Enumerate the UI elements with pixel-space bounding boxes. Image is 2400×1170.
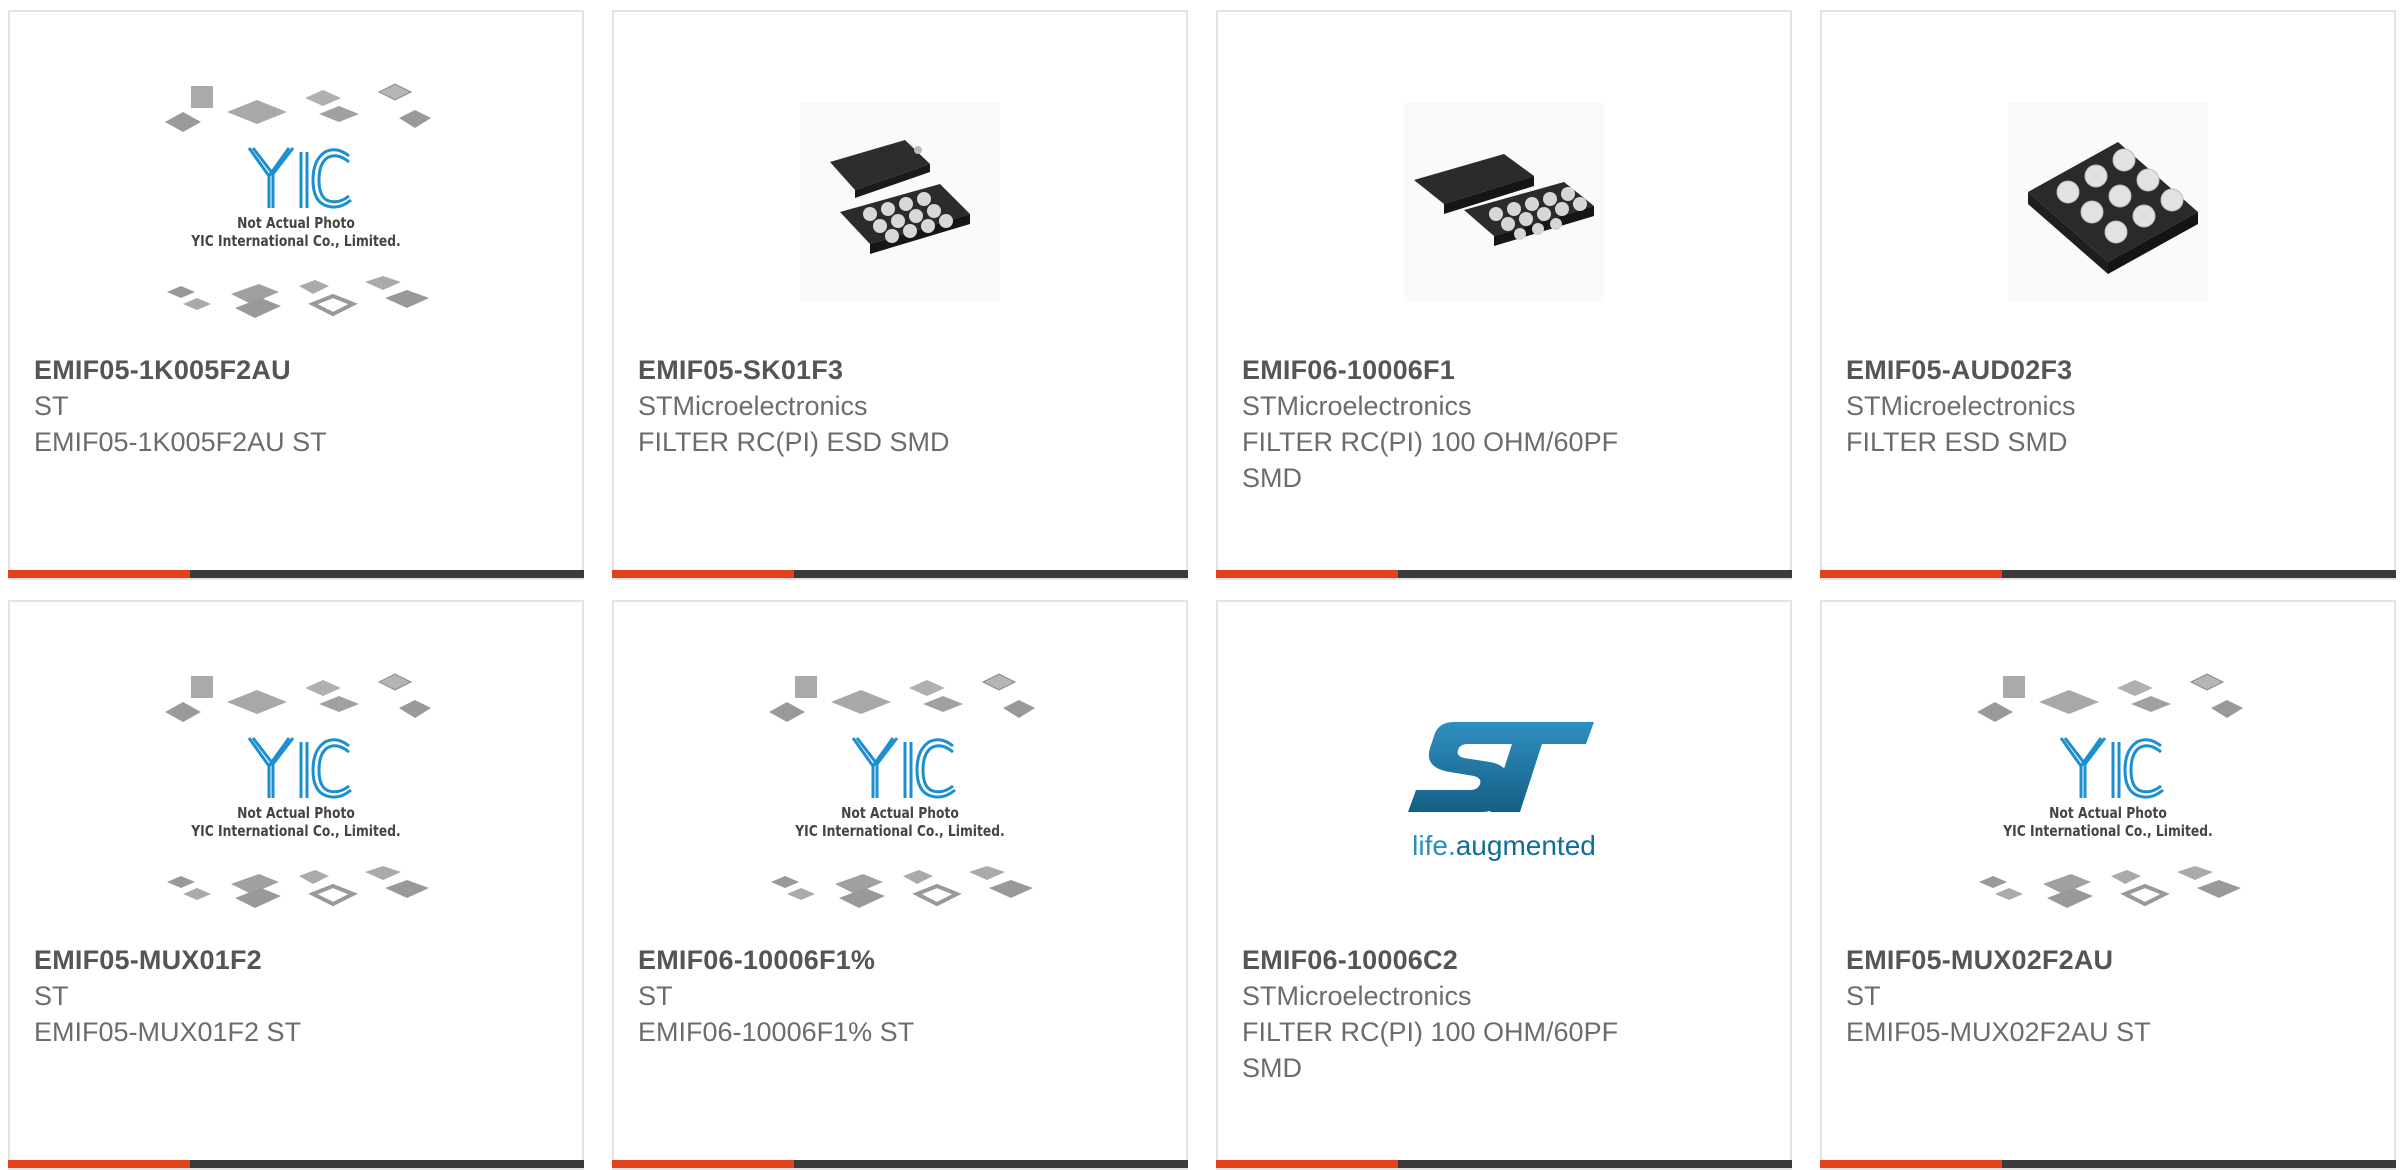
part-number[interactable]: EMIF06-10006F1 bbox=[1242, 352, 1682, 388]
manufacturer: ST bbox=[638, 981, 673, 1011]
st-logo-icon bbox=[1408, 722, 1594, 812]
chip-package-icons bbox=[167, 866, 429, 908]
accent-bar bbox=[8, 570, 190, 578]
product-card[interactable]: Not Actual Photo YIC International Co., … bbox=[8, 10, 584, 580]
product-card[interactable]: EMIF05-AUD02F3 STMicroelectronics FILTER… bbox=[1820, 10, 2396, 580]
chip-package-icons bbox=[1977, 673, 2243, 722]
chip-package-icons bbox=[1979, 866, 2241, 908]
part-number[interactable]: EMIF05-MUX01F2 bbox=[34, 942, 474, 978]
chip-package-icons bbox=[165, 673, 431, 722]
manufacturer: ST bbox=[1846, 981, 1881, 1011]
description: FILTER RC(PI) 100 OHM/60PF SMD bbox=[1242, 1017, 1619, 1083]
product-card[interactable]: life.augmented EMIF06-10006C2 STMicroele… bbox=[1216, 600, 1792, 1170]
st-tagline: life.augmented bbox=[1394, 830, 1614, 862]
yic-placeholder-image: Not Actual Photo YIC International Co., … bbox=[1973, 672, 2243, 912]
product-card[interactable]: EMIF05-SK01F3 STMicroelectronics FILTER … bbox=[612, 10, 1188, 580]
product-image bbox=[1218, 52, 1790, 352]
yic-logo-icon bbox=[851, 737, 956, 799]
st-tagline-a: life. bbox=[1412, 830, 1456, 861]
placeholder-line2: YIC International Co., Limited. bbox=[795, 822, 1005, 840]
placeholder-line2: YIC International Co., Limited. bbox=[191, 232, 401, 250]
bga-chip-photo bbox=[1404, 102, 1604, 302]
part-number[interactable]: EMIF05-MUX02F2AU bbox=[1846, 942, 2286, 978]
part-number[interactable]: EMIF05-AUD02F3 bbox=[1846, 352, 2286, 388]
part-number[interactable]: EMIF05-SK01F3 bbox=[638, 352, 1078, 388]
manufacturer: STMicroelectronics bbox=[1242, 981, 1472, 1011]
product-card[interactable]: Not Actual Photo YIC International Co., … bbox=[612, 600, 1188, 1170]
product-card[interactable]: Not Actual Photo YIC International Co., … bbox=[8, 600, 584, 1170]
yic-placeholder-image: Not Actual Photo YIC International Co., … bbox=[161, 82, 431, 322]
product-image: Not Actual Photo YIC International Co., … bbox=[1822, 642, 2394, 942]
manufacturer: STMicroelectronics bbox=[1846, 391, 2076, 421]
placeholder-line2: YIC International Co., Limited. bbox=[191, 822, 401, 840]
chip-package-icons bbox=[769, 673, 1035, 722]
yic-placeholder-image: Not Actual Photo YIC International Co., … bbox=[765, 672, 1035, 912]
accent-bar bbox=[1216, 570, 1398, 578]
manufacturer: STMicroelectronics bbox=[638, 391, 868, 421]
chip-package-icons bbox=[167, 276, 429, 318]
description: FILTER ESD SMD bbox=[1846, 427, 2068, 457]
manufacturer: ST bbox=[34, 981, 69, 1011]
manufacturer: STMicroelectronics bbox=[1242, 391, 1472, 421]
product-image: life.augmented bbox=[1218, 642, 1790, 942]
part-number[interactable]: EMIF05-1K005F2AU bbox=[34, 352, 474, 388]
accent-bar bbox=[1820, 570, 2002, 578]
placeholder-line2: YIC International Co., Limited. bbox=[2003, 822, 2213, 840]
placeholder-line1: Not Actual Photo bbox=[841, 804, 959, 822]
product-image bbox=[1822, 52, 2394, 352]
product-image: Not Actual Photo YIC International Co., … bbox=[10, 52, 582, 352]
product-card[interactable]: EMIF06-10006F1 STMicroelectronics FILTER… bbox=[1216, 10, 1792, 580]
yic-placeholder-image: Not Actual Photo YIC International Co., … bbox=[161, 672, 431, 912]
description: FILTER RC(PI) ESD SMD bbox=[638, 427, 950, 457]
product-image bbox=[614, 52, 1186, 352]
bga-chip-photo bbox=[800, 102, 1000, 302]
part-number[interactable]: EMIF06-10006C2 bbox=[1242, 942, 1682, 978]
yic-logo-icon bbox=[2059, 737, 2164, 799]
chip-package-icons bbox=[771, 866, 1033, 908]
placeholder-line1: Not Actual Photo bbox=[2049, 804, 2167, 822]
card-bottom-bar bbox=[1820, 570, 2396, 578]
part-number[interactable]: EMIF06-10006F1% bbox=[638, 942, 1078, 978]
st-logo: life.augmented bbox=[1394, 712, 1614, 872]
chip-package-icons bbox=[165, 83, 431, 132]
product-image: Not Actual Photo YIC International Co., … bbox=[614, 642, 1186, 942]
product-card[interactable]: Not Actual Photo YIC International Co., … bbox=[1820, 600, 2396, 1170]
description: FILTER RC(PI) 100 OHM/60PF SMD bbox=[1242, 427, 1619, 493]
yic-logo-icon bbox=[247, 737, 352, 799]
product-image: Not Actual Photo YIC International Co., … bbox=[10, 642, 582, 942]
manufacturer: ST bbox=[34, 391, 69, 421]
accent-bar bbox=[612, 570, 794, 578]
placeholder-line1: Not Actual Photo bbox=[237, 804, 355, 822]
description: EMIF05-MUX02F2AU ST bbox=[1846, 1017, 2151, 1047]
description: EMIF05-MUX01F2 ST bbox=[34, 1017, 302, 1047]
bga-chip-photo bbox=[2008, 102, 2208, 302]
description: EMIF05-1K005F2AU ST bbox=[34, 427, 327, 457]
placeholder-line1: Not Actual Photo bbox=[237, 214, 355, 232]
st-tagline-b: augmented bbox=[1455, 830, 1596, 861]
card-bottom-bar bbox=[8, 570, 584, 578]
yic-logo-icon bbox=[247, 147, 352, 209]
card-bottom-bar bbox=[612, 570, 1188, 578]
description: EMIF06-10006F1% ST bbox=[638, 1017, 915, 1047]
card-bottom-bar bbox=[1216, 570, 1792, 578]
